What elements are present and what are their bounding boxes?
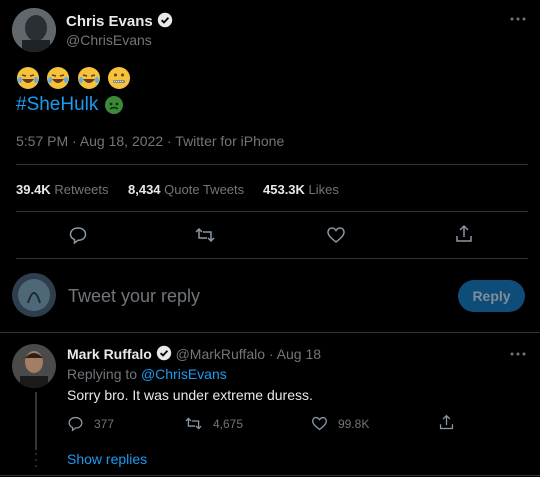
user-avatar[interactable]	[12, 273, 56, 317]
reply-button[interactable]: Reply	[458, 280, 525, 312]
divider	[0, 475, 540, 476]
likes-stat[interactable]: 453.3K Likes	[263, 182, 339, 197]
retweets-stat[interactable]: 39.4K Retweets	[16, 182, 109, 197]
divider	[16, 211, 528, 212]
zipper-mouth-emoji-icon	[107, 66, 131, 90]
reply-like-action[interactable]: 99.8K	[311, 415, 369, 432]
thread-line	[35, 392, 37, 450]
show-replies-link[interactable]: Show replies	[67, 451, 147, 467]
laughing-emoji-icon	[46, 66, 70, 90]
replying-to: Replying to @ChrisEvans	[67, 366, 227, 382]
reply-author-handle[interactable]: @MarkRuffalo	[176, 346, 265, 362]
reply-comment-icon	[67, 415, 84, 432]
reply-more-options-icon[interactable]	[510, 351, 526, 357]
retweet-icon[interactable]	[194, 225, 216, 245]
quote-tweets-label: Quote Tweets	[164, 182, 245, 197]
reply-retweet-icon	[184, 415, 203, 432]
retweets-label: Retweets	[54, 182, 109, 197]
reply-header: Mark Ruffalo @MarkRuffalo · Aug 18	[67, 345, 321, 362]
reply-like-icon	[311, 415, 328, 432]
replying-to-label: Replying to	[67, 366, 138, 382]
author-name-row[interactable]: Chris Evans	[66, 12, 173, 30]
share-icon[interactable]	[454, 224, 474, 244]
author-handle[interactable]: @ChrisEvans	[66, 32, 152, 48]
chris-evans-avatar[interactable]	[12, 8, 56, 52]
reply-retweet-action[interactable]: 4,675	[184, 415, 243, 432]
reply-comment-count: 377	[94, 416, 115, 431]
quote-tweets-stat[interactable]: 8,434 Quote Tweets	[128, 182, 244, 197]
divider	[0, 332, 540, 333]
tweet-timestamp[interactable]: 5:57 PM · Aug 18, 2022 · Twitter for iPh…	[16, 133, 284, 149]
divider	[16, 164, 528, 165]
mark-ruffalo-avatar[interactable]	[12, 344, 56, 388]
reply-like-count: 99.8K	[338, 416, 370, 431]
like-icon[interactable]	[326, 225, 346, 245]
more-options-icon[interactable]	[510, 16, 526, 22]
reply-retweet-count: 4,675	[213, 416, 244, 431]
reply-icon[interactable]	[68, 225, 88, 245]
likes-count: 453.3K	[263, 182, 305, 197]
reply-text: Sorry bro. It was under extreme duress.	[67, 387, 313, 403]
tweet-emojis	[16, 66, 133, 90]
reply-date[interactable]: · Aug 18	[269, 346, 321, 362]
hashtag-row: #SheHulk	[16, 94, 126, 116]
reply-share-icon[interactable]	[438, 414, 455, 431]
reply-comment-action[interactable]: 377	[67, 415, 114, 432]
divider	[16, 258, 528, 259]
author-name[interactable]: Chris Evans	[66, 13, 153, 30]
hulk-hashflag-icon	[104, 95, 124, 115]
laughing-emoji-icon	[16, 66, 40, 90]
replying-to-handle[interactable]: @ChrisEvans	[141, 366, 227, 382]
laughing-emoji-icon	[77, 66, 101, 90]
reply-input[interactable]: Tweet your reply	[68, 286, 200, 307]
hashtag-link[interactable]: #SheHulk	[16, 94, 98, 115]
verified-badge-icon	[156, 345, 172, 361]
retweets-count: 39.4K	[16, 182, 51, 197]
quote-tweets-count: 8,434	[128, 182, 161, 197]
likes-label: Likes	[308, 182, 339, 197]
verified-badge-icon	[157, 12, 173, 28]
reply-author-name[interactable]: Mark Ruffalo	[67, 346, 152, 362]
thread-dots-icon	[31, 452, 41, 473]
